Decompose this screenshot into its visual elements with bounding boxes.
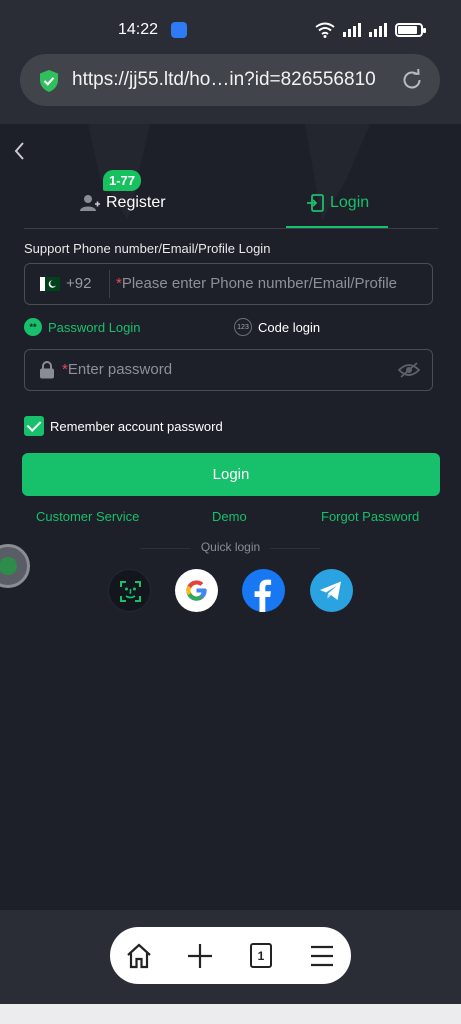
url-text[interactable]: https://jj55.ltd/ho…in?id=826556810: [72, 69, 376, 91]
facebook-login-button[interactable]: [242, 569, 285, 612]
login-button[interactable]: Login: [22, 453, 440, 496]
password-login-option[interactable]: ** Password Login: [24, 318, 141, 336]
tab-login-label: Login: [330, 194, 370, 211]
register-badge: 1-77: [103, 170, 142, 191]
google-login-button[interactable]: [175, 569, 218, 612]
code-login-option[interactable]: 123 Code login: [234, 318, 320, 336]
home-icon[interactable]: [124, 941, 154, 971]
forgot-password-link[interactable]: Forgot Password: [321, 509, 419, 524]
telegram-icon: [320, 581, 341, 600]
notification-app-icon: [171, 22, 187, 38]
tab-login[interactable]: Login: [306, 178, 369, 228]
tabs-divider: [24, 228, 438, 229]
system-gesture-area: [0, 1004, 461, 1024]
add-user-icon: [80, 195, 100, 211]
password-input-placeholder[interactable]: *Enter password: [62, 361, 172, 378]
remember-label: Remember account password: [50, 418, 223, 434]
address-bar[interactable]: https://jj55.ltd/ho…in?id=826556810: [20, 54, 440, 106]
back-arrow-icon[interactable]: [10, 140, 30, 162]
eye-hidden-icon[interactable]: [398, 362, 420, 378]
demo-link[interactable]: Demo: [212, 509, 247, 524]
country-code[interactable]: +92: [66, 275, 91, 292]
auth-tabs: Register 1-77 Login: [24, 170, 438, 230]
login-door-icon: [307, 194, 324, 212]
browser-chrome: 14:22 https://jj55.ltd/ho…in?id=82655681…: [0, 0, 461, 124]
menu-icon[interactable]: [307, 941, 337, 971]
plus-icon[interactable]: [185, 941, 215, 971]
code-login-label: Code login: [258, 319, 321, 335]
status-time: 14:22: [118, 21, 159, 38]
password-login-label: Password Login: [48, 319, 141, 335]
password-placeholder-text: Enter password: [67, 361, 173, 378]
code-123-icon: 123: [234, 318, 252, 336]
refresh-icon[interactable]: [400, 68, 424, 92]
google-icon: [186, 580, 207, 601]
battery-icon: [395, 23, 426, 37]
login-page: Register 1-77 Login Support Phone number…: [0, 124, 461, 910]
bottom-nav: 1: [110, 927, 351, 984]
wifi-icon: [315, 22, 335, 38]
phone-placeholder-text: Please enter Phone number/Email/Profile: [121, 275, 397, 292]
pakistan-flag-icon[interactable]: [40, 277, 60, 291]
signal-icon: [343, 23, 361, 37]
field-separator: [109, 270, 110, 298]
lock-icon: [40, 361, 54, 379]
tabs-button[interactable]: 1: [246, 941, 276, 971]
customer-service-link[interactable]: Customer Service: [36, 509, 139, 524]
remember-checkbox[interactable]: [24, 416, 44, 436]
shield-check-icon: [40, 70, 58, 92]
telegram-login-button[interactable]: [310, 569, 353, 612]
facebook-icon: [254, 579, 272, 612]
quick-login-label: Quick login: [200, 540, 261, 554]
remember-password[interactable]: Remember account password: [24, 416, 223, 436]
status-icons: [315, 22, 426, 38]
phone-field[interactable]: +92 *Please enter Phone number/Email/Pro…: [24, 263, 433, 305]
tab-register-label: Register: [106, 194, 166, 211]
tabs-icon: 1: [250, 943, 272, 968]
signal-icon-2: [369, 23, 387, 37]
face-id-icon: [120, 581, 141, 602]
face-id-login-button[interactable]: [108, 569, 151, 612]
support-label: Support Phone number/Email/Profile Login: [24, 241, 271, 256]
password-dots-icon: **: [24, 318, 42, 336]
phone-input-placeholder[interactable]: *Please enter Phone number/Email/Profile: [116, 275, 397, 292]
password-field[interactable]: *Enter password: [24, 349, 433, 391]
